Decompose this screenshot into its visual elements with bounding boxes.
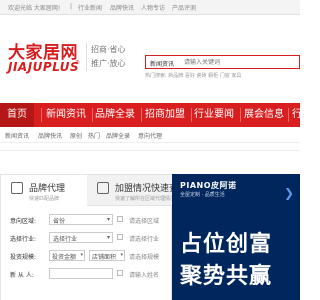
form-row-name: 新 从 人: 请输入姓名 [1, 267, 173, 281]
tab-subtitle: 快速了解所在区域代理情况 [115, 196, 176, 202]
nav-divider [288, 108, 289, 122]
store-area-select[interactable]: 店铺面积 ▾ [89, 250, 125, 261]
store-area-value: 店铺面积 [92, 254, 117, 261]
welcome-text: 欢迎光临 大家居网! [8, 5, 61, 12]
hot-search: 热门搜索: 新品牌 喜好 瓷砖 橱柜 门窗 家具 [145, 72, 241, 79]
ad-banner[interactable]: PIANO皮阿诺 全屋定制 · 品质生活 ❯ 占位创富 聚势共赢 [172, 174, 300, 300]
document-icon [97, 182, 109, 194]
investment-label: 投资规模: [10, 254, 37, 261]
nav-franchise[interactable]: 招商加盟 [145, 103, 185, 127]
name-check [117, 270, 123, 276]
region-select[interactable]: 省份 ▾ [49, 214, 113, 225]
divider [0, 150, 300, 151]
investment-amount-value: 投资金额 [52, 254, 77, 261]
region-value: 省份 [53, 218, 66, 225]
hot-word[interactable]: 橱柜 [208, 73, 218, 79]
chevron-down-icon: ▾ [106, 234, 110, 241]
nav-divider [41, 108, 42, 122]
subnav-original[interactable]: 原创 [70, 131, 82, 140]
investment-amount-select[interactable]: 投资金额 ▾ [49, 250, 85, 261]
chevron-down-icon: ▾ [106, 216, 110, 223]
region-hint: 请选择区域 [129, 218, 160, 225]
search-box: 新闻资讯 [145, 55, 300, 69]
banner-tagline: 全屋定制 · 品质生活 [180, 192, 225, 198]
top-bar: 欢迎光临 大家居网! | 行业新闻 品牌快讯 人物专访 产品评测 [0, 0, 300, 15]
nav-industry[interactable]: 行业要闻 [194, 103, 234, 127]
name-label: 新 从 人: [10, 272, 34, 279]
banner-headline-1: 占位创富 [180, 232, 273, 257]
subnav-brand-list[interactable]: 品牌全录 [106, 131, 130, 140]
hot-word[interactable]: 瓷砖 [197, 73, 207, 79]
hot-word[interactable]: 家具 [231, 73, 241, 79]
search-input[interactable] [184, 57, 299, 67]
top-link-brand[interactable]: 品牌快讯 [110, 3, 134, 12]
name-input[interactable] [49, 268, 113, 279]
tab-brand-agency[interactable]: 品牌代理 快速匹配品牌 [1, 175, 88, 205]
search-category-select[interactable]: 新闻资讯 [150, 59, 174, 68]
subnav-news[interactable]: 新闻资讯 [5, 131, 29, 140]
arrow-icon: ❯ [284, 186, 295, 200]
nav-divider [92, 108, 93, 122]
industry-value: 选择行业 [53, 236, 78, 243]
chevron-down-icon: ▾ [120, 252, 123, 258]
edit-icon [11, 182, 23, 194]
main-nav: 首页 新闻资讯 品牌全录 招商加盟 行业要闻 展会信息 行业协会 [0, 103, 300, 127]
region-label: 意向区域: [10, 218, 37, 225]
registered-mark: ® [75, 60, 80, 66]
banner-headline-2: 聚势共赢 [180, 264, 273, 289]
hot-word[interactable]: 喜好 [185, 73, 195, 79]
subnav-hot[interactable]: 热门 [88, 131, 100, 140]
hot-word[interactable]: 新品牌 [168, 73, 183, 79]
sub-nav: 新闻资讯 品牌快讯 原创 热门 品牌全录 意向代理 [0, 128, 300, 143]
nav-home[interactable]: 首页 [0, 103, 34, 127]
subnav-brand-flash[interactable]: 品牌快讯 [38, 131, 62, 140]
region-check [117, 216, 123, 222]
banner-brand: PIANO皮阿诺 [180, 181, 237, 190]
investment-hint: 请选择规模 [129, 254, 160, 261]
industry-check [117, 234, 123, 240]
nav-news[interactable]: 新闻资讯 [46, 103, 86, 127]
slogan-line-1: 招商·省心 [91, 45, 126, 54]
form-row-region: 意向区域: 省份 ▾ 请选择区域 [1, 213, 173, 227]
nav-divider [191, 108, 192, 122]
nav-divider [141, 108, 142, 122]
nav-divider [240, 108, 241, 122]
industry-select[interactable]: 选择行业 ▾ [49, 232, 113, 243]
industry-hint: 请选择行业 [129, 236, 160, 243]
agency-form-panel: 品牌代理 快速匹配品牌 加盟情况快速查询 快速了解所在区域代理情况 意向区域: … [0, 174, 187, 300]
form-row-industry: 选择行业: 选择行业 ▾ 请选择行业 [1, 231, 173, 245]
tab-franchise-query[interactable]: 加盟情况快速查询 快速了解所在区域代理情况 [87, 175, 187, 206]
slogan: 招商·省心 推广·放心 [86, 43, 135, 71]
top-link-interview[interactable]: 人物专访 [141, 3, 165, 12]
divider: | [70, 3, 73, 10]
logo-english: JIAJUPLUS [8, 60, 80, 74]
slogan-line-2: 推广·放心 [91, 59, 126, 68]
tab-title: 品牌代理 [29, 184, 66, 194]
chevron-down-icon: ▾ [80, 252, 83, 258]
top-link-review[interactable]: 产品评测 [172, 3, 196, 12]
nav-exhibition[interactable]: 展会信息 [244, 103, 288, 127]
top-link-news[interactable]: 行业新闻 [78, 3, 102, 12]
tab-subtitle: 快速匹配品牌 [29, 196, 60, 202]
subnav-agency[interactable]: 意向代理 [138, 131, 162, 140]
name-hint: 请输入姓名 [129, 272, 160, 279]
form-row-investment: 投资规模: 投资金额 ▾ 店铺面积 ▾ 请选择规模 [1, 249, 173, 263]
nav-association[interactable]: 行业协会 [292, 103, 300, 127]
hot-word[interactable]: 门窗 [220, 73, 230, 79]
industry-label: 选择行业: [10, 236, 37, 243]
hot-search-label: 热门搜索: [145, 73, 167, 79]
site-logo[interactable]: 大家居网 JIAJUPLUS ® [8, 38, 80, 78]
nav-brands[interactable]: 品牌全录 [95, 103, 135, 127]
